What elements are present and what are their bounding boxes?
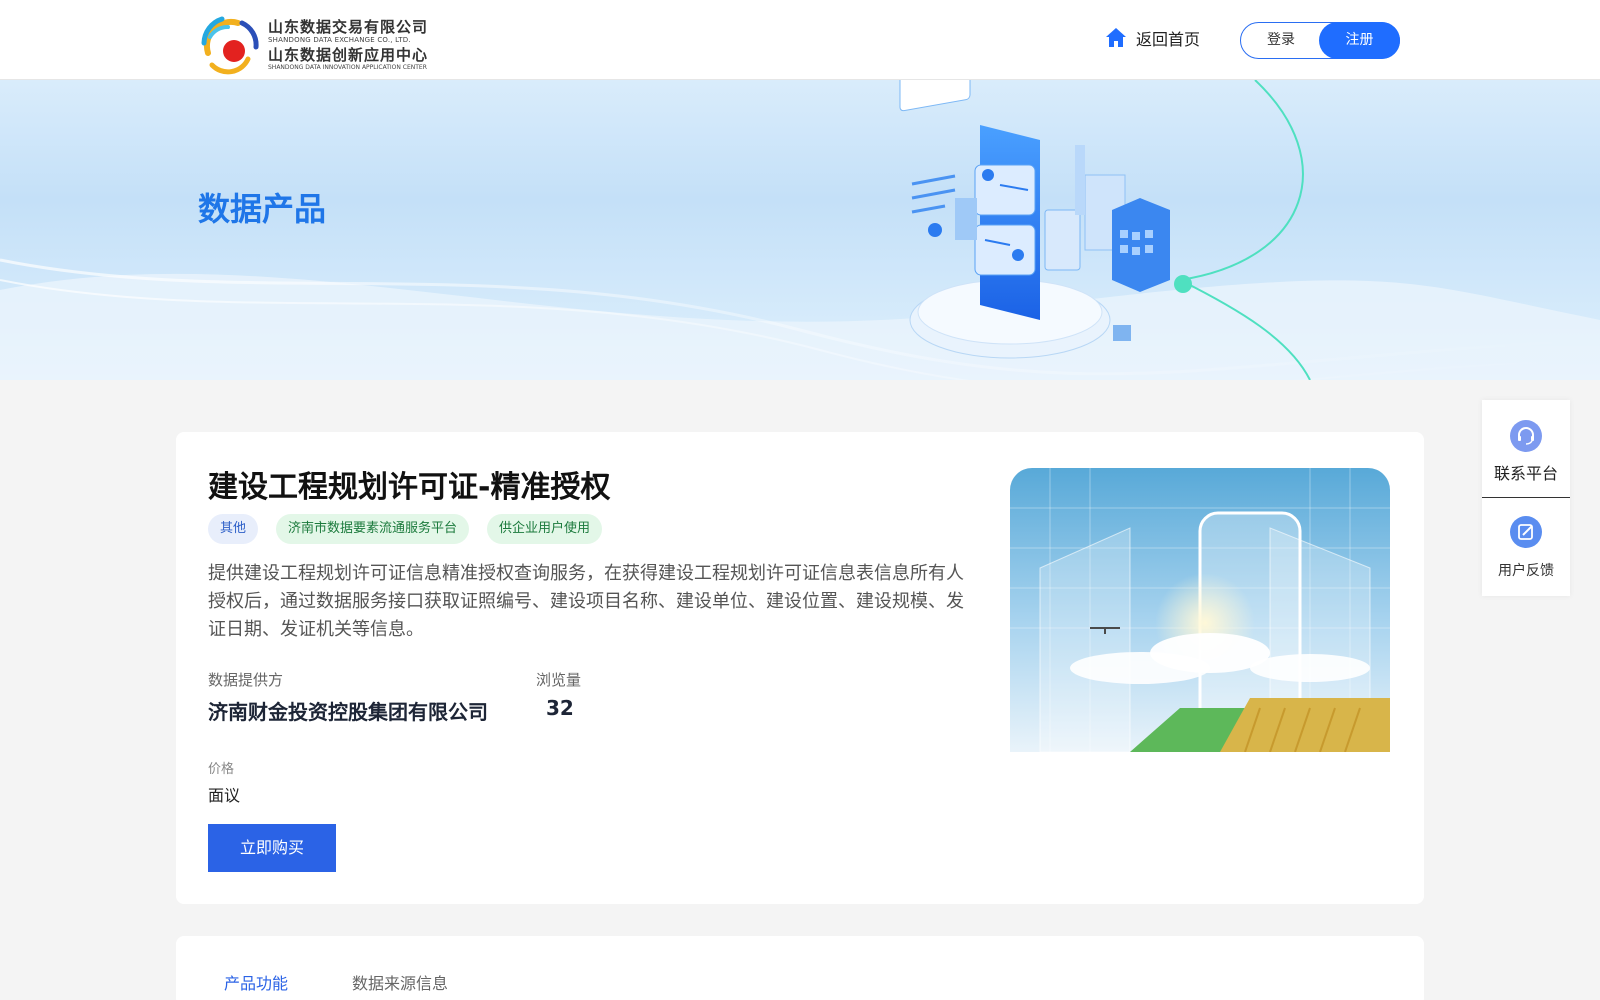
provider-label: 数据提供方	[208, 671, 284, 689]
tab-data-source-info[interactable]: 数据来源信息	[352, 970, 448, 994]
tag-platform: 济南市数据要素流通服务平台	[276, 514, 470, 544]
auth-button-group: 登录 注册	[1240, 22, 1400, 59]
top-header: 山东数据交易有限公司 SHANDONG DATA EXCHANGE CO., L…	[0, 0, 1600, 80]
buy-now-button[interactable]: 立即购买	[208, 824, 336, 872]
product-image	[1010, 468, 1390, 752]
contact-platform-label: 联系平台	[1493, 464, 1558, 483]
side-divider	[1482, 497, 1570, 498]
banner-illustration	[0, 80, 1600, 380]
product-tags: 其他 济南市数据要素流通服务平台 供企业用户使用	[208, 514, 620, 544]
product-detail-card: 建设工程规划许可证-精准授权 其他 济南市数据要素流通服务平台 供企业用户使用 …	[176, 432, 1424, 904]
price-label: 价格	[208, 762, 235, 777]
contact-platform-button[interactable]: 联系平台	[1482, 420, 1570, 484]
logo-mark-icon	[201, 16, 259, 75]
company-logo[interactable]: 山东数据交易有限公司 SHANDONG DATA EXCHANGE CO., L…	[198, 13, 428, 77]
edit-icon	[1510, 516, 1542, 548]
product-title: 建设工程规划许可证-精准授权	[208, 470, 611, 505]
logo-cn-name-1: 山东数据交易有限公司	[268, 17, 429, 36]
user-feedback-button[interactable]: 用户反馈	[1482, 516, 1570, 580]
price-value: 面议	[208, 786, 241, 805]
home-link-label: 返回首页	[1136, 30, 1201, 49]
logo-en-name-1: SHANDONG DATA EXCHANGE CO., LTD.	[268, 35, 411, 44]
tab-product-features[interactable]: 产品功能	[224, 970, 288, 994]
headset-icon	[1510, 420, 1542, 452]
views-value: 32	[546, 696, 574, 720]
page-title: 数据产品	[198, 190, 327, 228]
tag-audience: 供企业用户使用	[487, 514, 603, 544]
logo-text: 山东数据交易有限公司 SHANDONG DATA EXCHANGE CO., L…	[268, 17, 429, 71]
side-service-widget: 联系平台 用户反馈	[1482, 400, 1570, 596]
register-button[interactable]: 注册	[1319, 22, 1400, 59]
provider-value: 济南财金投资控股集团有限公司	[208, 700, 488, 724]
user-feedback-label: 用户反馈	[1498, 563, 1554, 579]
product-tabs: 产品功能 数据来源信息	[176, 936, 1424, 1000]
product-description: 提供建设工程规划许可证信息精准授权查询服务，在获得建设工程规划许可证信息表信息所…	[208, 563, 964, 640]
tag-category: 其他	[208, 514, 259, 544]
views-label: 浏览量	[536, 671, 582, 689]
home-link[interactable]: 返回首页	[1104, 26, 1200, 50]
home-icon	[1106, 28, 1126, 47]
logo-cn-name-2: 山东数据创新应用中心	[268, 45, 429, 64]
login-button[interactable]: 登录	[1241, 23, 1321, 58]
page-banner: 数据产品	[0, 80, 1600, 380]
logo-en-name-2: SHANDONG DATA INNOVATION APPLICATION CEN…	[268, 63, 427, 71]
